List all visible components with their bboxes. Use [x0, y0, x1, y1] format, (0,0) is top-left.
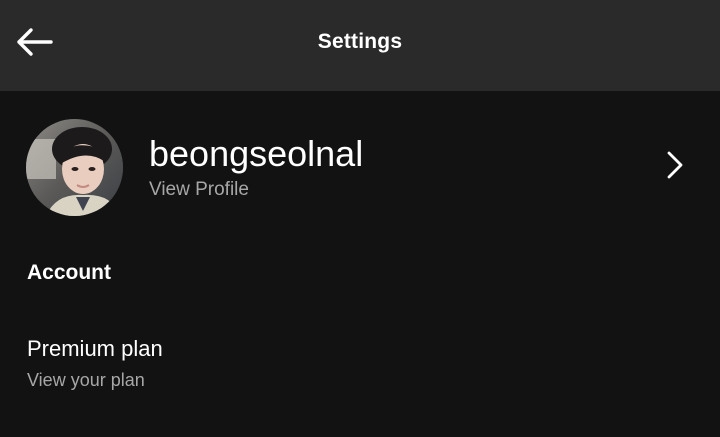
- list-item-premium-plan[interactable]: Premium plan View your plan: [0, 330, 720, 400]
- top-bar: Settings: [0, 0, 720, 91]
- view-profile-link: View Profile: [149, 179, 249, 200]
- list-item-title: Premium plan: [27, 336, 163, 361]
- profile-name: beongseolnal: [149, 133, 364, 174]
- profile-row[interactable]: beongseolnal View Profile: [0, 112, 720, 222]
- section-heading-account: Account: [27, 261, 111, 284]
- chevron-right-icon: [660, 150, 690, 180]
- page-title: Settings: [317, 30, 403, 53]
- avatar: [26, 119, 123, 216]
- list-item-subtitle: View your plan: [27, 370, 145, 390]
